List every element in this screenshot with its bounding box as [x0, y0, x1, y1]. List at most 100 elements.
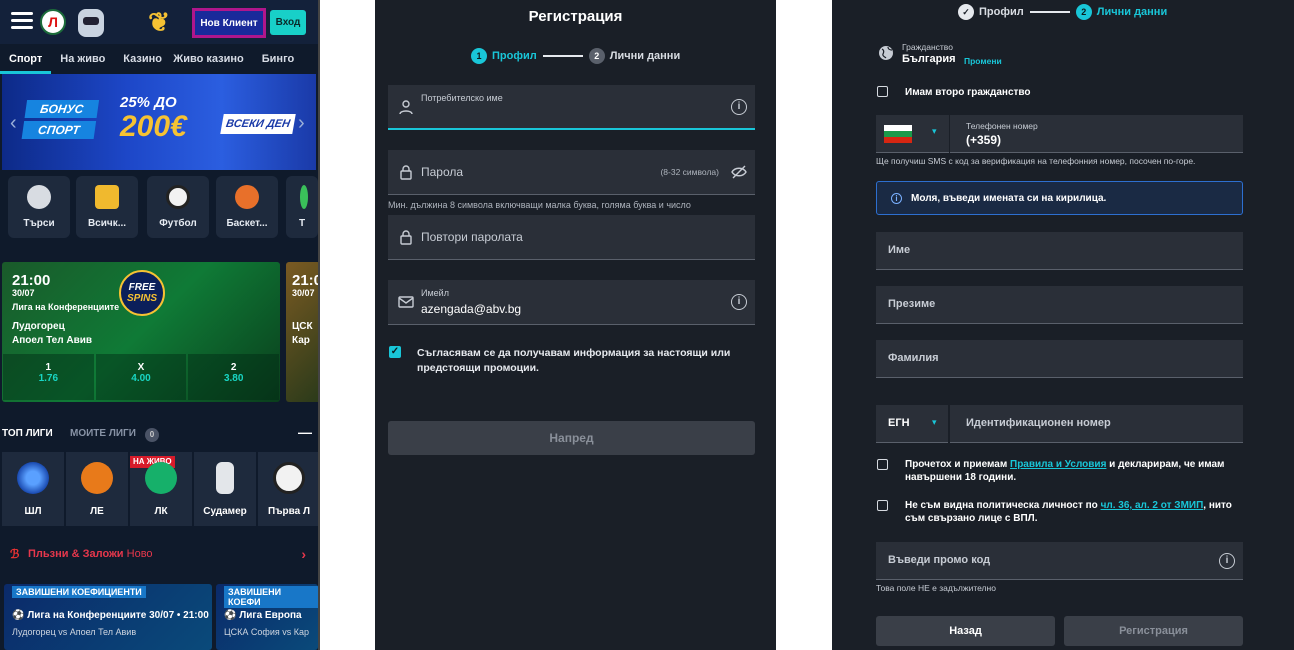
phone-field[interactable]: ▾ Телефонен номер (+359)	[876, 115, 1243, 153]
repeat-password-field[interactable]: Повтори паролата	[388, 215, 755, 260]
username-label: Потребителско име	[421, 93, 503, 103]
banner-tag-sport: СПОРТ	[21, 121, 97, 139]
id-field[interactable]: ЕГН ▾ Идентификационен номер	[876, 405, 1243, 443]
bet-league-text: Лига на Конференциите 30/07 • 21:00	[27, 610, 209, 621]
featured-match-card[interactable]: 21:00 30/07 Лига на Конференциите Лудого…	[2, 262, 280, 402]
cyrillic-info-text: Моля, въведи имената си на кирилица.	[911, 193, 1107, 204]
password-field[interactable]: Парола (8-32 символа)	[388, 150, 755, 195]
register-button[interactable]: Регистрация	[1064, 616, 1243, 646]
first-name-placeholder: Име	[888, 244, 911, 256]
id-type-select[interactable]: ЕГН ▾	[876, 405, 950, 443]
collapse-icon[interactable]: —	[298, 424, 312, 440]
last-name-field[interactable]: Фамилия	[876, 340, 1243, 378]
match-team-home: ЦСК	[292, 321, 313, 332]
middle-name-placeholder: Презиме	[888, 298, 936, 310]
citizenship-value: България	[902, 53, 956, 65]
league-item-el[interactable]: ЛЕ	[66, 452, 128, 526]
promo-code-field[interactable]: Въведи промо код i	[876, 542, 1243, 580]
odd-home[interactable]: 1 1.76	[3, 354, 94, 400]
second-match-card[interactable]: 21:00 30/07 ЦСК Кар	[286, 262, 318, 402]
second-citizenship-checkbox[interactable]	[877, 86, 888, 97]
palm-brand-logo-icon[interactable]: ❦	[142, 6, 176, 38]
boosted-odds-card[interactable]: ЗАВИШЕНИ КОЕФИЦИЕНТИ ⚽ Лига на Конференц…	[4, 584, 212, 650]
match-team-home: Лудогорец	[12, 321, 65, 332]
login-button[interactable]: Вход	[270, 10, 306, 35]
sport-item-search[interactable]: Търси	[8, 176, 70, 238]
change-citizenship-link[interactable]: Промени	[964, 56, 1002, 66]
tab-live[interactable]: На живо	[51, 44, 114, 74]
free-spins-line2: SPINS	[126, 293, 157, 304]
league-label: Първа Л	[268, 506, 310, 517]
info-icon[interactable]: i	[731, 294, 747, 310]
consent-checkbox[interactable]: ✓	[389, 346, 401, 358]
league-label: Судамер	[203, 506, 247, 517]
leagues-row: ШЛ ЛЕ НА ЖИВО ЛК Судамер Първа Л	[2, 452, 318, 526]
league-item-sudamericana[interactable]: Судамер	[194, 452, 256, 526]
chevron-down-icon: ▾	[932, 417, 937, 427]
my-leagues-tab[interactable]: МОИТЕ ЛИГИ	[70, 428, 136, 439]
champions-league-icon	[17, 462, 49, 494]
menu-icon[interactable]	[11, 12, 33, 30]
robot-mascot-icon[interactable]	[78, 9, 104, 37]
cyrillic-info-box: i Моля, въведи имената си на кирилица.	[876, 181, 1243, 215]
chevron-right-icon[interactable]: ›	[298, 112, 305, 135]
pep-checkbox[interactable]	[877, 500, 888, 511]
search-icon	[27, 185, 51, 209]
step-connector	[542, 55, 583, 57]
stepper: ✓ Профил 2 Лични данни	[958, 4, 1167, 20]
username-field[interactable]: Потребителско име i	[388, 85, 755, 130]
boosted-odds-tag: ЗАВИШЕНИ КОЕФИ	[224, 586, 318, 608]
league-item-cfl[interactable]: НА ЖИВО ЛК	[130, 452, 192, 526]
sport-item-tennis[interactable]: Т	[286, 176, 318, 238]
tab-casino[interactable]: Казино	[114, 44, 164, 74]
sport-item-basketball[interactable]: Баскет...	[216, 176, 278, 238]
boosted-odds-card[interactable]: ЗАВИШЕНИ КОЕФИ ⚽ Лига Европа ЦСКА София …	[216, 584, 318, 650]
terms-checkbox[interactable]	[877, 459, 888, 470]
zmip-link[interactable]: чл. 36, ал. 2 от ЗМИП	[1101, 500, 1204, 511]
mail-icon	[398, 296, 414, 308]
main-nav-tabs: Спорт На живо Казино Живо казино Бинго	[0, 44, 318, 74]
password-placeholder: Парола	[421, 165, 464, 179]
mobile-home-screen: Л ❦ Нов Клиент Вход Спорт На живо Казино…	[0, 0, 320, 650]
pep-text-pre: Не съм видна политическа личност по	[905, 500, 1101, 511]
levski-logo-icon[interactable]: Л	[40, 9, 66, 35]
email-field[interactable]: Имейл azengada@abv.bg i	[388, 280, 755, 325]
play-and-bet-row[interactable]: ℬ Пльзни & Заложи Ново ›	[2, 544, 318, 566]
next-button[interactable]: Напред	[388, 421, 755, 455]
consent-text: Съгласявам се да получавам информация за…	[417, 347, 731, 374]
sport-item-all[interactable]: Всичк...	[76, 176, 138, 238]
bonus-banner[interactable]: ‹ БОНУС СПОРТ 25% ДО 200€ ВСЕКИ ДЕН ›	[2, 74, 316, 170]
middle-name-field[interactable]: Презиме	[876, 286, 1243, 324]
country-code-select[interactable]: ▾	[876, 115, 950, 153]
lock-icon	[400, 165, 412, 180]
tab-bingo[interactable]: Бинго	[253, 44, 303, 74]
trophy-icon	[216, 462, 234, 494]
match-time: 21:00	[12, 272, 51, 289]
chevron-left-icon[interactable]: ‹	[10, 112, 17, 135]
sport-item-football[interactable]: Футбол	[147, 176, 209, 238]
play-and-bet-text: Пльзни & Заложи	[28, 548, 124, 560]
new-client-button[interactable]: Нов Клиент	[192, 8, 266, 38]
step-2-label: Лични данни	[609, 50, 681, 62]
globe-icon	[879, 46, 893, 60]
terms-link[interactable]: Правила и Условия	[1010, 459, 1106, 470]
odd-away[interactable]: 2 3.80	[188, 354, 280, 400]
info-icon[interactable]: i	[731, 99, 747, 115]
odd-draw[interactable]: X 4.00	[95, 354, 187, 400]
eye-off-icon[interactable]	[731, 165, 747, 179]
league-item-first-league[interactable]: Първа Л	[258, 452, 318, 526]
tab-live-casino[interactable]: Живо казино	[164, 44, 252, 74]
first-name-field[interactable]: Име	[876, 232, 1243, 270]
odd-value: 4.00	[131, 373, 151, 384]
back-button[interactable]: Назад	[876, 616, 1055, 646]
step-done-check-icon: ✓	[958, 4, 974, 20]
league-item-cl[interactable]: ШЛ	[2, 452, 64, 526]
tab-sport[interactable]: Спорт	[0, 44, 52, 74]
info-icon[interactable]: i	[1219, 553, 1235, 569]
id-number-placeholder: Идентификационен номер	[966, 417, 1111, 429]
top-leagues-tab[interactable]: ТОП ЛИГИ	[2, 428, 53, 439]
conference-league-icon	[145, 462, 177, 494]
step-2-label: Лични данни	[1096, 6, 1168, 18]
football-icon	[273, 462, 305, 494]
league-label: ЛК	[154, 506, 168, 517]
